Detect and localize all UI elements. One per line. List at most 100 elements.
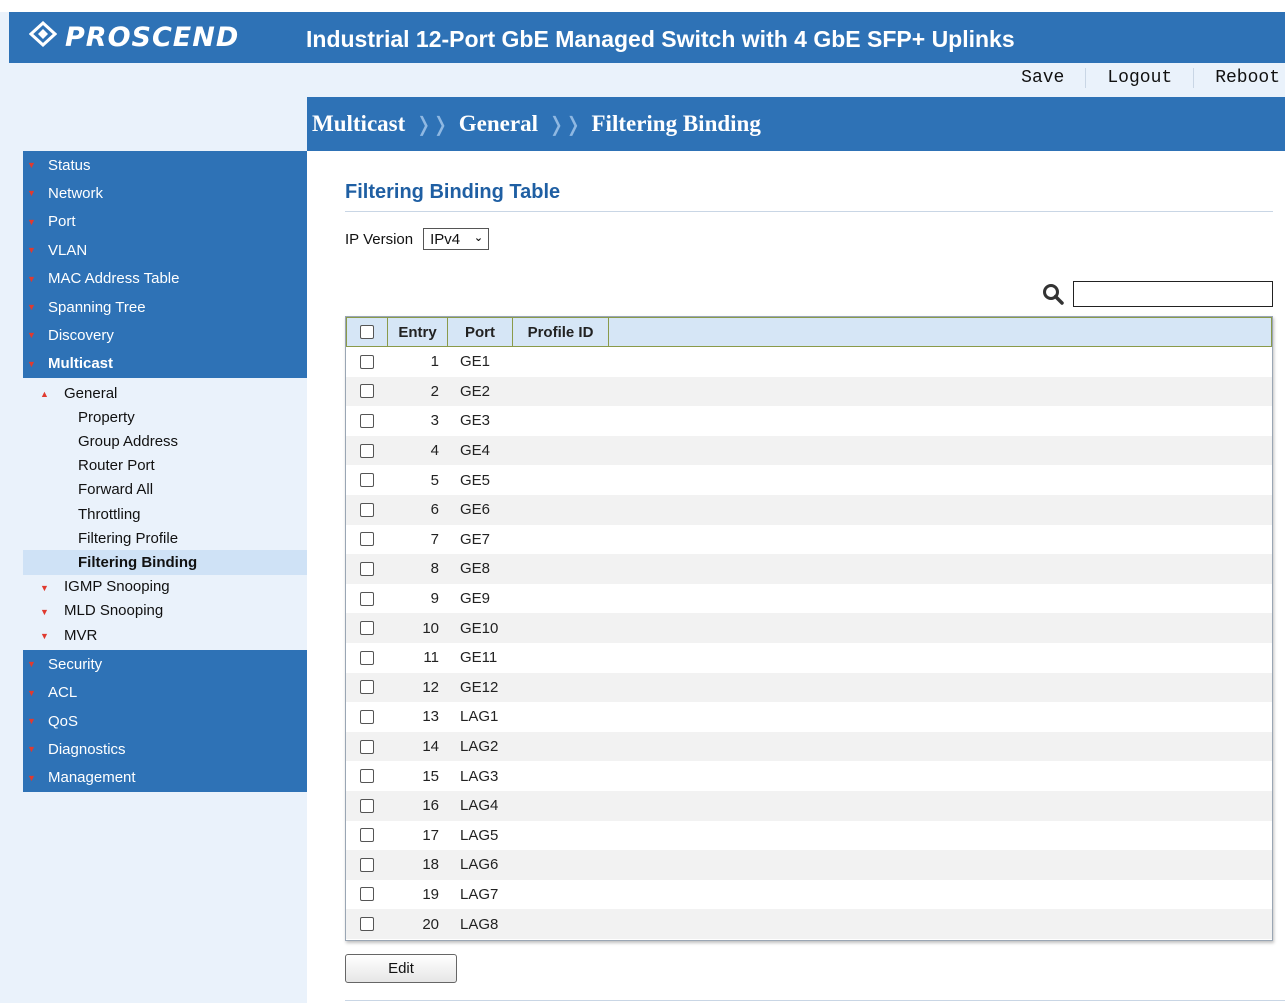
submenu-mld-snooping[interactable]: ▼ MLD Snooping [23,599,307,623]
submenu-forward-all[interactable]: Forward All [23,478,307,502]
submenu-filtering-binding[interactable]: Filtering Binding [23,550,307,575]
submenu-label: IGMP Snooping [64,578,170,596]
table-row[interactable]: 15 LAG3 [346,761,1272,791]
ip-version-select[interactable]: IPv4 ⌄ [423,228,490,250]
sidebar-item-acl[interactable]: ▼ ACL [23,679,307,707]
search-input[interactable] [1073,281,1273,307]
sidebar-item-label: Security [48,655,103,673]
table-row[interactable]: 7 GE7 [346,524,1272,555]
table-row[interactable]: 5 GE5 [346,465,1272,495]
table-row[interactable]: 4 GE4 [346,435,1272,466]
sidebar-item-status[interactable]: ▼ Status [23,151,307,179]
port-cell: GE5 [460,471,491,489]
table-row[interactable]: 12 GE12 [346,672,1272,703]
row-checkbox[interactable] [359,473,374,488]
submenu-group-address[interactable]: Group Address [23,430,307,454]
port-cell: GE11 [460,649,498,667]
breadcrumb-general[interactable]: General [459,111,538,137]
column-header-port[interactable]: Port [448,318,513,346]
row-checkbox[interactable] [359,621,374,636]
sidebar-item-multicast[interactable]: ▼ Multicast [23,350,307,378]
table-row[interactable]: 6 GE6 [346,494,1272,525]
select-all-checkbox[interactable] [360,325,374,339]
submenu-general[interactable]: ▲ General [23,381,307,405]
table-row[interactable]: 20 LAG8 [346,909,1272,939]
table-row[interactable]: 2 GE2 [346,376,1272,407]
row-checkbox[interactable] [359,502,374,517]
breadcrumb-multicast[interactable]: Multicast [312,111,405,137]
sidebar-item-diagnostics[interactable]: ▼ Diagnostics [23,735,307,763]
ip-version-row: IP Version IPv4 ⌄ [345,228,490,250]
table-row[interactable]: 11 GE11 [346,642,1272,673]
bottom-divider [345,1000,1285,1001]
sidebar-item-discovery[interactable]: ▼ Discovery [23,321,307,349]
submenu-igmp-snooping[interactable]: ▼ IGMP Snooping [23,575,307,599]
table-row[interactable]: 10 GE10 [346,613,1272,643]
chevron-down-icon: ▼ [27,659,36,670]
row-checkbox[interactable] [359,857,374,872]
row-checkbox[interactable] [359,917,374,932]
logout-link[interactable]: Logout [1107,68,1172,88]
column-header-profile-id[interactable]: Profile ID [513,318,609,346]
column-header-entry[interactable]: Entry [388,318,448,346]
chevron-down-icon: ▼ [40,606,49,617]
submenu-router-port[interactable]: Router Port [23,454,307,478]
row-checkbox[interactable] [359,591,374,606]
table-row[interactable]: 16 LAG4 [346,790,1272,821]
submenu-filtering-profile[interactable]: Filtering Profile [23,526,307,550]
proscend-logo: PROSCEND [28,20,239,54]
submenu-mvr[interactable]: ▼ MVR [23,623,307,647]
row-checkbox[interactable] [359,769,374,784]
table-row[interactable]: 8 GE8 [346,554,1272,584]
sidebar-item-spanning-tree[interactable]: ▼ Spanning Tree [23,293,307,321]
row-checkbox-cell [346,502,387,517]
table-row[interactable]: 13 LAG1 [346,702,1272,732]
divider [1193,68,1195,88]
chevron-down-icon: ▼ [27,772,36,783]
table-row[interactable]: 19 LAG7 [346,879,1272,910]
sidebar-item-mac-address-table[interactable]: ▼ MAC Address Table [23,265,307,293]
row-checkbox[interactable] [359,739,374,754]
row-checkbox[interactable] [359,709,374,724]
row-checkbox[interactable] [359,798,374,813]
device-title: Industrial 12-Port GbE Managed Switch wi… [306,26,1015,52]
sidebar-item-vlan[interactable]: ▼ VLAN [23,236,307,264]
row-checkbox[interactable] [359,354,374,369]
row-checkbox[interactable] [359,680,374,695]
row-checkbox[interactable] [359,561,374,576]
sidebar-item-qos[interactable]: ▼ QoS [23,707,307,735]
submenu-property[interactable]: Property [23,405,307,429]
table-row[interactable]: 17 LAG5 [346,820,1272,851]
sidebar-item-management[interactable]: ▼ Management [23,764,307,792]
sidebar-item-security[interactable]: ▼ Security [23,650,307,678]
table-row[interactable]: 3 GE3 [346,406,1272,436]
submenu-label: MLD Snooping [64,602,164,620]
port-cell: GE2 [460,382,491,400]
save-link[interactable]: Save [1021,68,1064,88]
row-checkbox-cell [346,709,387,724]
table-row[interactable]: 1 GE1 [346,347,1272,377]
reboot-link[interactable]: Reboot [1215,68,1280,88]
port-cell: GE7 [460,530,491,548]
row-checkbox[interactable] [359,532,374,547]
sidebar-item-network[interactable]: ▼ Network [23,179,307,207]
edit-button[interactable]: Edit [345,954,457,983]
row-checkbox[interactable] [359,650,374,665]
row-checkbox[interactable] [359,887,374,902]
table-row[interactable]: 18 LAG6 [346,850,1272,880]
entry-cell: 11 [423,649,439,667]
sidebar-item-port[interactable]: ▼ Port [23,208,307,236]
row-checkbox-cell [346,857,387,872]
table-row[interactable]: 14 LAG2 [346,731,1272,762]
row-checkbox[interactable] [359,443,374,458]
table-row[interactable]: 9 GE9 [346,583,1272,614]
port-cell: LAG8 [460,915,499,933]
chevron-down-icon: ▼ [27,330,36,341]
submenu-throttling[interactable]: Throttling [23,502,307,526]
port-cell: GE8 [460,560,491,578]
entry-cell: 18 [422,856,439,874]
row-checkbox[interactable] [359,384,374,399]
row-checkbox[interactable] [359,828,374,843]
action-bar: Save Logout Reboot [9,63,1285,97]
row-checkbox[interactable] [359,413,374,428]
